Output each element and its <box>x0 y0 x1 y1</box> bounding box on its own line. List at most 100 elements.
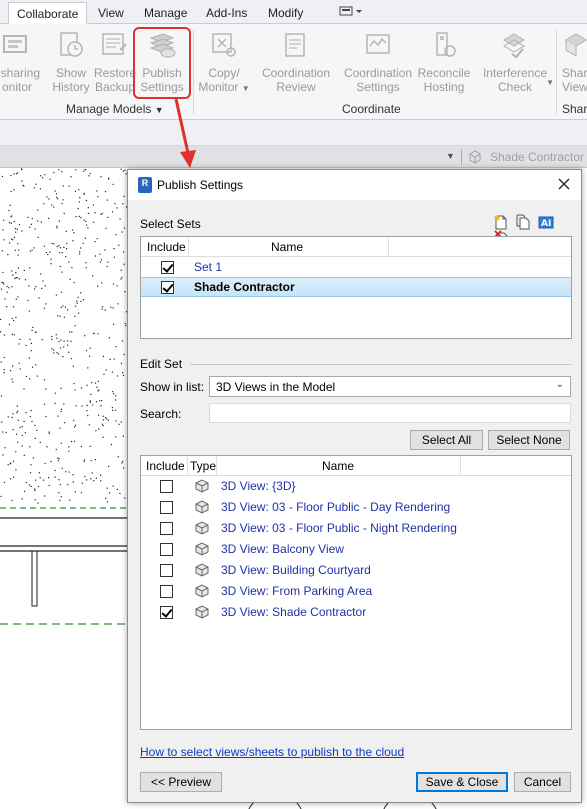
button-label-text: Monitor <box>198 80 239 94</box>
panel-label-share: Shar <box>562 102 587 116</box>
tab-manage[interactable]: Manage <box>136 2 195 24</box>
button-label: Review <box>276 80 316 94</box>
preview-button[interactable]: << Preview <box>140 772 222 792</box>
show-history-button[interactable]: Show History <box>49 30 93 100</box>
view-include-checkbox[interactable] <box>160 585 173 598</box>
dropdown-arrow-icon: ▼ <box>241 84 250 93</box>
svg-text:AI: AI <box>541 219 551 229</box>
cancel-button[interactable]: Cancel <box>514 772 571 792</box>
3d-view-icon <box>468 150 482 167</box>
coordination-settings-button[interactable]: Coordination Settings <box>340 30 416 100</box>
view-row[interactable]: 3D View: 03 - Floor Public - Night Rende… <box>141 518 571 538</box>
view-include-checkbox[interactable] <box>160 606 173 619</box>
duplicate-set-icon[interactable] <box>515 214 531 230</box>
3d-view-icon <box>195 584 209 598</box>
set-row-selected[interactable]: Shade Contractor <box>141 277 571 297</box>
column-divider <box>216 456 217 476</box>
tab-overflow-dropdown[interactable] <box>330 2 372 24</box>
set-row[interactable]: Set 1 <box>141 257 571 277</box>
column-header-include[interactable]: Include <box>146 459 185 473</box>
button-label: Reconcile <box>417 66 471 80</box>
options-bar <box>0 120 587 146</box>
view-row[interactable]: 3D View: From Parking Area <box>141 581 571 601</box>
history-icon <box>56 30 86 60</box>
view-name: 3D View: 03 - Floor Public - Night Rende… <box>221 521 457 535</box>
share-views-button[interactable]: Share View <box>558 30 587 100</box>
button-label: Check <box>497 80 532 94</box>
dropdown-arrow-icon: ▼ <box>154 105 164 115</box>
ribbon-tabs: Collaborate View Manage Add-Ins Modify <box>0 0 587 24</box>
monitor-icon <box>2 30 32 60</box>
set-include-checkbox[interactable] <box>161 281 174 294</box>
close-icon[interactable] <box>555 175 573 193</box>
button-label: Copy/ <box>208 66 240 80</box>
set-name: Shade Contractor <box>194 280 295 294</box>
view-name: 3D View: Building Courtyard <box>221 563 371 577</box>
column-divider <box>187 456 188 476</box>
button-label: onitor <box>1 80 33 94</box>
chevron-down-icon[interactable]: ▼ <box>446 151 455 161</box>
view-row[interactable]: 3D View: Building Courtyard <box>141 560 571 580</box>
tab-add-ins[interactable]: Add-Ins <box>198 2 255 24</box>
tab-collaborate[interactable]: Collaborate <box>8 2 88 24</box>
view-include-checkbox[interactable] <box>160 564 173 577</box>
search-label: Search: <box>140 407 182 421</box>
worksharing-monitor-button[interactable]: esharing onitor <box>0 30 42 100</box>
view-row[interactable]: 3D View: Balcony View <box>141 539 571 559</box>
coordination-review-icon <box>281 30 311 60</box>
3d-view-icon <box>195 479 209 493</box>
show-in-list-value: 3D Views in the Model <box>216 380 336 394</box>
select-sets-label: Select Sets <box>140 217 201 231</box>
column-header-include[interactable]: Include <box>147 240 186 254</box>
button-label: Backup <box>94 80 136 94</box>
reconcile-hosting-button[interactable]: Reconcile Hosting <box>416 30 472 100</box>
reconcile-hosting-icon <box>429 30 459 60</box>
search-input[interactable] <box>209 403 571 423</box>
tab-modify[interactable]: Modify <box>260 2 311 24</box>
view-row[interactable]: 3D View: 03 - Floor Public - Day Renderi… <box>141 497 571 517</box>
panel-label-manage-models[interactable]: Manage Models ▼ <box>66 102 164 116</box>
dialog-title: Publish Settings <box>157 178 244 192</box>
publish-settings-highlight <box>133 27 191 99</box>
interference-check-button[interactable]: Interference Check ▼ <box>480 30 554 100</box>
view-include-checkbox[interactable] <box>160 480 173 493</box>
new-set-icon[interactable] <box>493 214 509 230</box>
view-include-checkbox[interactable] <box>160 543 173 556</box>
save-close-button[interactable]: Save & Close <box>416 772 508 792</box>
view-include-checkbox[interactable] <box>160 501 173 514</box>
coordination-review-button[interactable]: Coordination Review <box>258 30 334 100</box>
column-header-name[interactable]: Name <box>271 240 303 254</box>
panel-separator <box>556 30 557 114</box>
views-list-header: Include Type Name <box>141 456 571 476</box>
restore-backup-button[interactable]: Restore Backup <box>93 30 137 100</box>
copy-monitor-button[interactable]: Copy/ Monitor ▼ <box>198 30 250 100</box>
show-in-list-dropdown[interactable]: 3D Views in the Model ⌄ <box>209 376 571 397</box>
3d-view-icon <box>195 521 209 535</box>
tab-view[interactable]: View <box>90 2 132 24</box>
button-label: History <box>52 80 90 94</box>
view-name: 3D View: Balcony View <box>221 542 344 556</box>
button-label: Interference <box>482 66 548 80</box>
view-name: 3D View: From Parking Area <box>221 584 373 598</box>
panel-toggle-icon <box>339 6 362 16</box>
column-header-name[interactable]: Name <box>322 459 354 473</box>
view-tab-label[interactable]: Shade Contractor <box>490 150 584 164</box>
column-divider <box>460 456 461 476</box>
view-row[interactable]: 3D View: {3D} <box>141 476 571 496</box>
select-all-button[interactable]: Select All <box>410 430 483 450</box>
view-row[interactable]: 3D View: Shade Contractor <box>141 602 571 622</box>
help-link[interactable]: How to select views/sheets to publish to… <box>140 745 404 759</box>
3d-view-icon <box>195 500 209 514</box>
backup-icon <box>100 30 130 60</box>
button-label: Show <box>55 66 87 80</box>
view-include-checkbox[interactable] <box>160 522 173 535</box>
panel-label-coordinate: Coordinate <box>342 102 401 116</box>
show-in-list-label: Show in list: <box>140 380 205 394</box>
interference-check-icon <box>500 30 530 60</box>
set-include-checkbox[interactable] <box>161 261 174 274</box>
select-none-button[interactable]: Select None <box>488 430 570 450</box>
divider <box>190 364 572 365</box>
column-header-type[interactable]: Type <box>190 459 216 473</box>
dialog-titlebar[interactable]: R Publish Settings <box>128 170 581 200</box>
rename-set-icon[interactable]: AI <box>538 214 554 230</box>
